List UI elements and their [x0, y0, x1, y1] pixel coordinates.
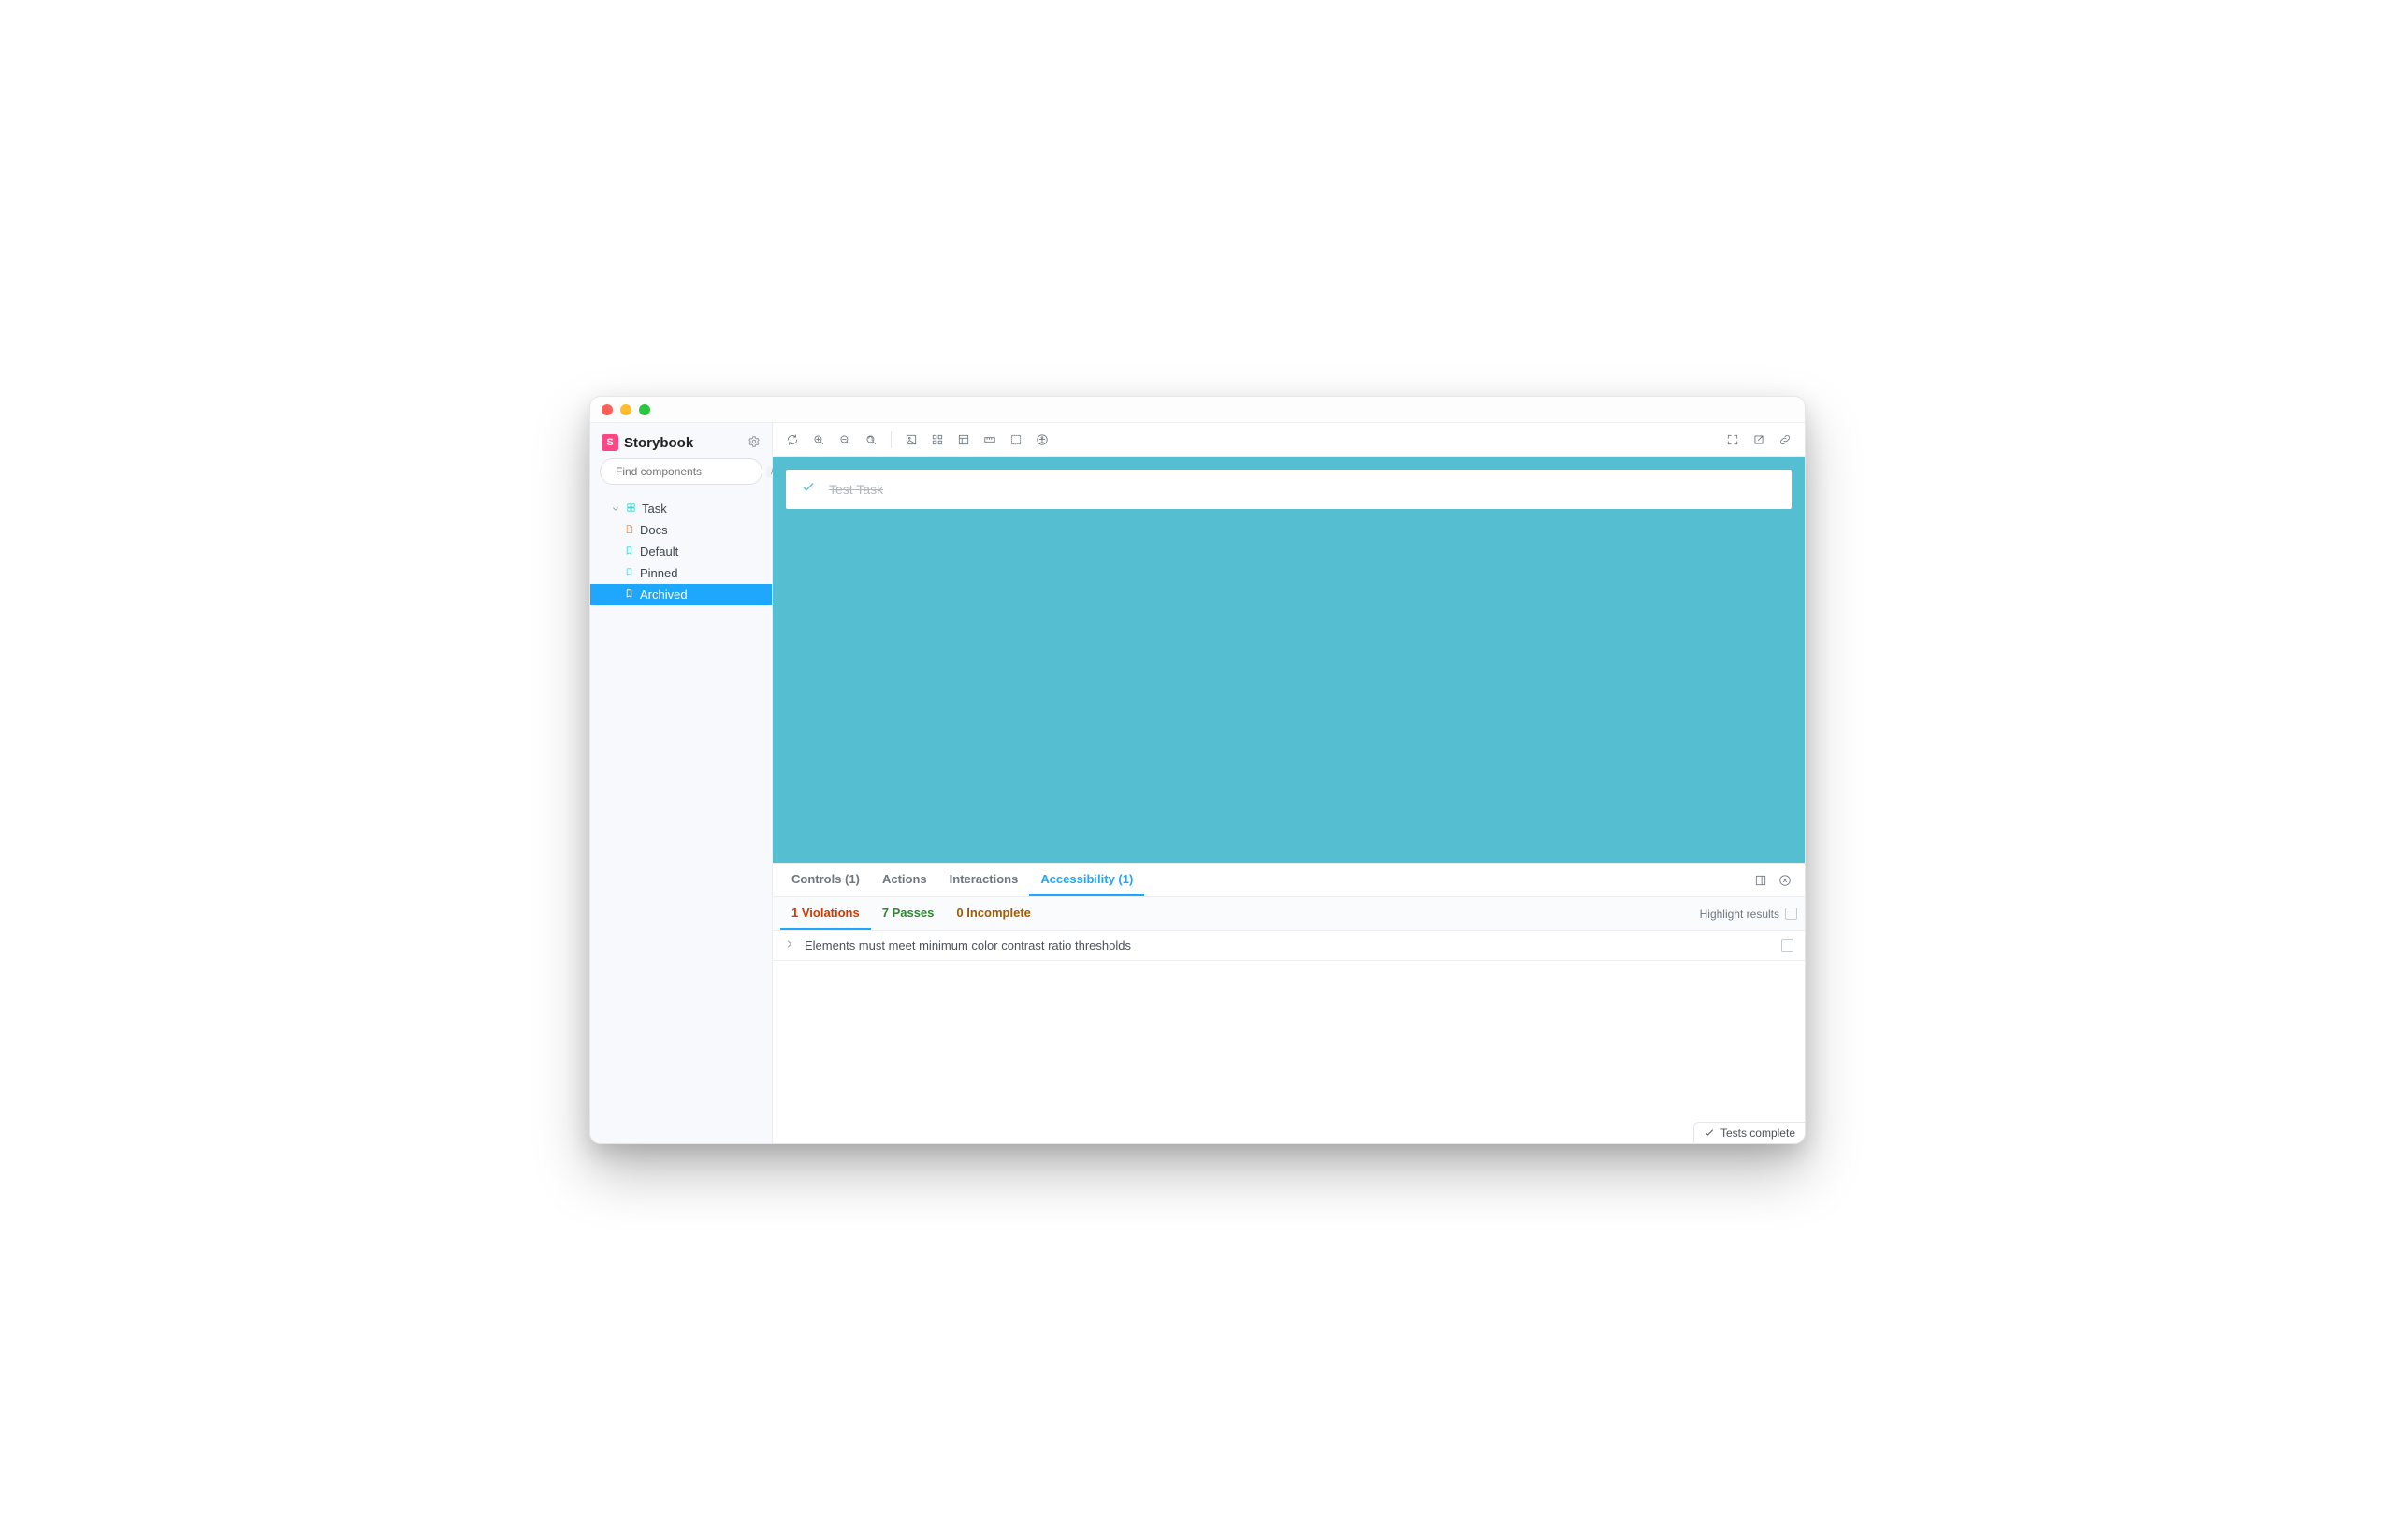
- a11y-subtabs: 1 Violations 7 Passes 0 Incomplete Highl…: [773, 897, 1805, 931]
- status-pill: Tests complete: [1693, 1122, 1805, 1143]
- task-title: Test Task: [829, 482, 883, 497]
- tab-accessibility[interactable]: Accessibility (1): [1029, 864, 1144, 896]
- app-body: S Storybook /: [590, 423, 1805, 1143]
- sidebar-tree: Task Docs Default: [590, 494, 772, 605]
- window-zoom-button[interactable]: [639, 404, 650, 415]
- outline-icon: [1009, 433, 1023, 446]
- window-close-button[interactable]: [602, 404, 613, 415]
- toolbar-view-group: [899, 428, 1054, 452]
- sidebar: S Storybook /: [590, 423, 773, 1143]
- sidebar-item-pinned[interactable]: Pinned: [590, 562, 772, 584]
- bookmark-icon: [624, 545, 634, 559]
- tab-actions-label: Actions: [882, 872, 927, 886]
- toolbar-zoom-group: [780, 428, 883, 452]
- document-icon: [624, 523, 634, 537]
- sidebar-item-label: Pinned: [640, 566, 677, 580]
- link-icon: [1778, 433, 1792, 446]
- tab-controls-label: Controls (1): [791, 872, 860, 886]
- search-input[interactable]: [616, 465, 761, 478]
- gear-icon: [748, 435, 761, 448]
- violation-text: Elements must meet minimum color contras…: [805, 938, 1131, 952]
- highlight-results-checkbox[interactable]: [1785, 908, 1797, 920]
- chevron-right-icon: [784, 938, 795, 952]
- search-wrap: /: [590, 458, 772, 494]
- task-checked-icon: [801, 480, 816, 500]
- zoom-out-icon: [838, 433, 851, 446]
- sidebar-item-default[interactable]: Default: [590, 541, 772, 562]
- zoom-out-button[interactable]: [833, 428, 857, 452]
- subtab-passes[interactable]: 7 Passes: [871, 897, 946, 930]
- outline-button[interactable]: [1004, 428, 1028, 452]
- copy-link-button[interactable]: [1773, 428, 1797, 452]
- background-button[interactable]: [899, 428, 923, 452]
- external-link-icon: [1752, 433, 1765, 446]
- bookmark-icon: [624, 566, 634, 580]
- status-label: Tests complete: [1720, 1126, 1795, 1140]
- bookmark-icon: [624, 588, 634, 602]
- open-new-tab-button[interactable]: [1747, 428, 1771, 452]
- sidebar-component-label: Task: [642, 501, 667, 516]
- measure-button[interactable]: [978, 428, 1002, 452]
- sidebar-item-archived[interactable]: Archived: [590, 584, 772, 605]
- search-input-container[interactable]: /: [600, 458, 762, 485]
- addon-tabs: Controls (1) Actions Interactions Access…: [773, 864, 1805, 897]
- image-icon: [905, 433, 918, 446]
- ruler-icon: [983, 433, 996, 446]
- subtab-incomplete-label: 0 Incomplete: [956, 906, 1030, 920]
- subtab-passes-label: 7 Passes: [882, 906, 935, 920]
- toolbar-separator: [891, 431, 892, 448]
- main: Test Task Controls (1) Actions Interacti…: [773, 423, 1805, 1143]
- sidebar-header: S Storybook: [590, 423, 772, 458]
- tab-interactions[interactable]: Interactions: [938, 864, 1030, 896]
- tab-interactions-label: Interactions: [950, 872, 1019, 886]
- accessibility-vision-button[interactable]: [1030, 428, 1054, 452]
- zoom-reset-icon: [864, 433, 878, 446]
- expand-icon: [1726, 433, 1739, 446]
- violation-row[interactable]: Elements must meet minimum color contras…: [773, 931, 1805, 961]
- sidebar-item-label: Archived: [640, 588, 688, 602]
- brand-name: Storybook: [624, 435, 693, 451]
- zoom-in-button[interactable]: [806, 428, 831, 452]
- sidebar-item-docs[interactable]: Docs: [590, 519, 772, 541]
- accessibility-icon: [1036, 433, 1049, 446]
- sidebar-component-task[interactable]: Task: [590, 498, 772, 519]
- panel-orientation-button[interactable]: [1749, 868, 1773, 893]
- sync-icon: [786, 433, 799, 446]
- titlebar: [590, 397, 1805, 423]
- settings-button[interactable]: [748, 435, 761, 451]
- panel-split-icon: [1754, 874, 1767, 887]
- zoom-reset-button[interactable]: [859, 428, 883, 452]
- canvas: Test Task: [773, 457, 1805, 863]
- violation-row-checkbox[interactable]: [1781, 939, 1793, 952]
- tab-actions[interactable]: Actions: [871, 864, 938, 896]
- sync-button[interactable]: [780, 428, 805, 452]
- component-icon: [626, 501, 636, 516]
- layout-icon: [957, 433, 970, 446]
- close-circle-icon: [1778, 874, 1792, 887]
- highlight-results-label: Highlight results: [1700, 908, 1779, 921]
- viewport-button[interactable]: [951, 428, 976, 452]
- grid-button[interactable]: [925, 428, 950, 452]
- storybook-logo-icon: S: [602, 434, 618, 451]
- brand[interactable]: S Storybook: [602, 434, 693, 451]
- window: S Storybook /: [589, 396, 1806, 1144]
- zoom-in-icon: [812, 433, 825, 446]
- toolbar-right-group: [1720, 428, 1797, 452]
- subtab-violations-label: 1 Violations: [791, 906, 860, 920]
- task-card: Test Task: [786, 470, 1792, 509]
- tab-accessibility-label: Accessibility (1): [1040, 872, 1133, 886]
- chevron-down-icon: [611, 504, 620, 514]
- subtab-incomplete[interactable]: 0 Incomplete: [945, 897, 1041, 930]
- subtab-violations[interactable]: 1 Violations: [780, 897, 871, 930]
- addon-panel: Controls (1) Actions Interactions Access…: [773, 863, 1805, 1143]
- tab-controls[interactable]: Controls (1): [780, 864, 871, 896]
- sidebar-item-label: Docs: [640, 523, 668, 537]
- window-minimize-button[interactable]: [620, 404, 631, 415]
- fullscreen-button[interactable]: [1720, 428, 1745, 452]
- toolbar: [773, 423, 1805, 457]
- panel-close-button[interactable]: [1773, 868, 1797, 893]
- grid-icon: [931, 433, 944, 446]
- sidebar-item-label: Default: [640, 545, 678, 559]
- check-icon: [1704, 1127, 1715, 1139]
